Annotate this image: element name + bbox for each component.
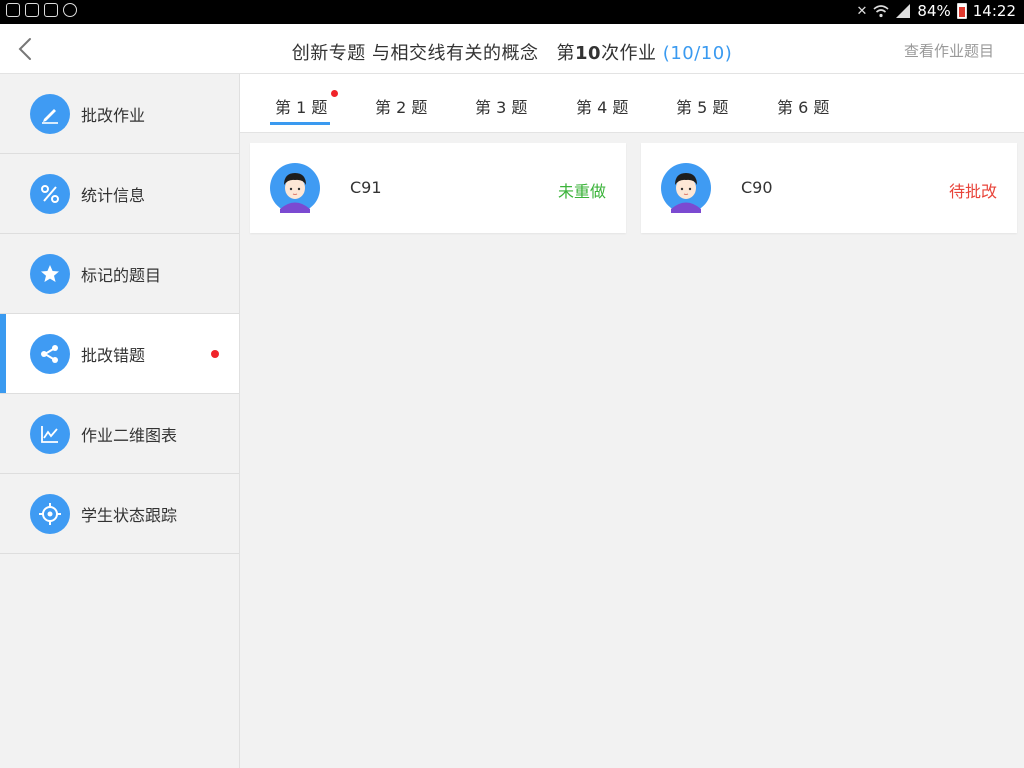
assignment-suffix: 次作业 — [601, 43, 657, 64]
share-icon — [30, 333, 70, 374]
sidebar-item-label: 学生状态跟踪 — [81, 505, 178, 525]
assignment-prefix: 第 — [556, 43, 575, 64]
tab-question-3[interactable]: 第 3 题 — [475, 94, 527, 118]
notification-icons — [6, 3, 77, 17]
sidebar-item-label: 统计信息 — [81, 185, 146, 205]
status-badge: 待批改 — [948, 182, 997, 201]
line-chart-icon — [30, 413, 70, 454]
sidebar-item-label: 批改作业 — [81, 105, 146, 125]
student-avatar — [661, 163, 711, 213]
status-badge: 未重做 — [557, 182, 606, 201]
student-name: C91 — [350, 178, 382, 197]
star-icon — [30, 253, 70, 294]
mute-icon: ✕ — [856, 3, 868, 19]
unread-badge — [331, 90, 338, 97]
student-name: C90 — [741, 178, 773, 197]
sidebar-item-grade-homework[interactable]: 批改作业 — [0, 74, 239, 154]
student-card[interactable]: C90 待批改 — [641, 143, 1017, 233]
tab-question-1[interactable]: 第 1 题 — [275, 94, 327, 118]
system-indicators: ✕ 84% 14:22 — [857, 2, 1016, 20]
sidebar-item-label: 标记的题目 — [81, 265, 162, 285]
status-bar: ✕ 84% 14:22 — [0, 0, 1024, 24]
clock: 14:22 — [972, 2, 1016, 20]
assignment-number: 10 — [575, 43, 602, 64]
unread-badge — [211, 350, 219, 358]
question-tabs: 第 1 题 第 2 题 第 3 题 第 4 题 第 5 题 第 6 题 — [240, 74, 1024, 133]
target-icon — [30, 493, 70, 534]
app-header: 创新专题 与相交线有关的概念 第10次作业 (10/10) 查看作业题目 — [0, 24, 1024, 74]
tab-question-6[interactable]: 第 6 题 — [777, 94, 829, 118]
battery-icon — [956, 3, 967, 19]
signal-icon — [896, 4, 911, 18]
app-notification-icon — [44, 3, 58, 17]
view-questions-link[interactable]: 查看作业题目 — [904, 40, 994, 61]
sidebar-item-student-tracking[interactable]: 学生状态跟踪 — [0, 474, 239, 554]
battery-level: 84% — [917, 2, 951, 20]
active-tab-indicator — [270, 122, 330, 125]
percent-icon — [30, 173, 70, 214]
wifi-icon — [873, 5, 889, 18]
pencil-icon — [30, 93, 70, 134]
submission-count: (10/10) — [662, 43, 733, 64]
student-card[interactable]: C91 未重做 — [250, 143, 626, 233]
tab-question-2[interactable]: 第 2 题 — [375, 94, 427, 118]
blocked-icon — [63, 3, 77, 17]
sidebar-item-grade-mistakes[interactable]: 批改错题 — [0, 314, 239, 394]
sidebar-item-homework-charts[interactable]: 作业二维图表 — [0, 394, 239, 474]
sidebar: 批改作业 统计信息 标记的题目 批改错题 作业二维图表 学生状态跟踪 — [0, 74, 240, 768]
sidebar-item-label: 作业二维图表 — [81, 425, 178, 445]
page-title: 创新专题 与相交线有关的概念 第10次作业 (10/10) — [0, 39, 1024, 65]
sidebar-item-label: 批改错题 — [81, 345, 146, 365]
sidebar-item-marked-questions[interactable]: 标记的题目 — [0, 234, 239, 314]
sidebar-item-statistics[interactable]: 统计信息 — [0, 154, 239, 234]
app-notification-icon — [6, 3, 20, 17]
app-notification-icon — [25, 3, 39, 17]
tab-question-5[interactable]: 第 5 题 — [676, 94, 728, 118]
assignment-topic: 创新专题 与相交线有关的概念 — [291, 43, 539, 64]
tab-question-4[interactable]: 第 4 题 — [576, 94, 628, 118]
student-avatar — [270, 163, 320, 213]
